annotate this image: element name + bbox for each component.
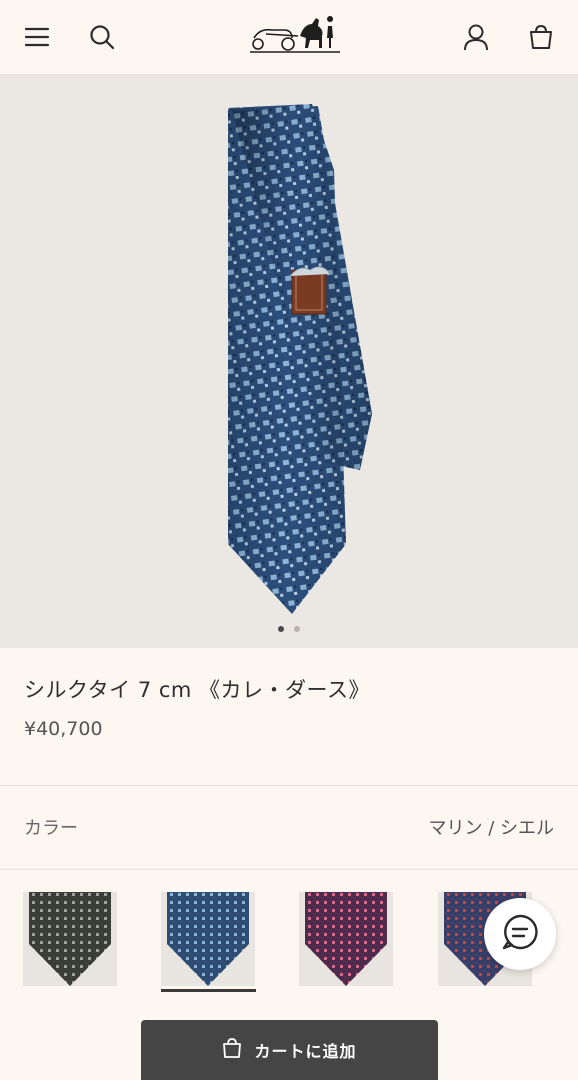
color-label: カラー bbox=[24, 818, 78, 839]
carousel-dot[interactable] bbox=[294, 626, 300, 632]
color-swatch-purple-rose[interactable] bbox=[299, 892, 393, 986]
product-price: ¥40,700 bbox=[24, 718, 103, 740]
color-swatch-marine-ciel[interactable] bbox=[161, 892, 255, 986]
shopping-bag-icon[interactable] bbox=[522, 18, 560, 56]
search-icon[interactable] bbox=[83, 18, 121, 56]
add-to-cart-button[interactable]: カートに追加 bbox=[141, 1020, 438, 1080]
hermes-carriage-logo[interactable] bbox=[248, 12, 342, 56]
selected-color-value: マリン / シエル bbox=[428, 818, 554, 839]
color-swatch-black-grey[interactable] bbox=[23, 892, 117, 986]
product-title: シルクタイ 7 cm 《カレ・ダース》 bbox=[24, 678, 370, 702]
top-header bbox=[0, 0, 578, 74]
carousel-dots bbox=[0, 626, 578, 632]
silk-tie-image bbox=[228, 104, 372, 614]
divider bbox=[0, 869, 578, 870]
chat-bubble-icon bbox=[500, 912, 540, 956]
hamburger-menu-icon[interactable] bbox=[18, 18, 56, 56]
selected-swatch-indicator bbox=[161, 989, 256, 992]
divider bbox=[0, 785, 578, 786]
user-icon[interactable] bbox=[457, 18, 495, 56]
add-to-cart-label: カートに追加 bbox=[254, 1042, 357, 1061]
shopping-bag-icon bbox=[222, 1037, 242, 1063]
product-image-carousel[interactable] bbox=[0, 74, 578, 648]
chat-button[interactable] bbox=[484, 898, 556, 970]
carousel-dot[interactable] bbox=[278, 626, 284, 632]
